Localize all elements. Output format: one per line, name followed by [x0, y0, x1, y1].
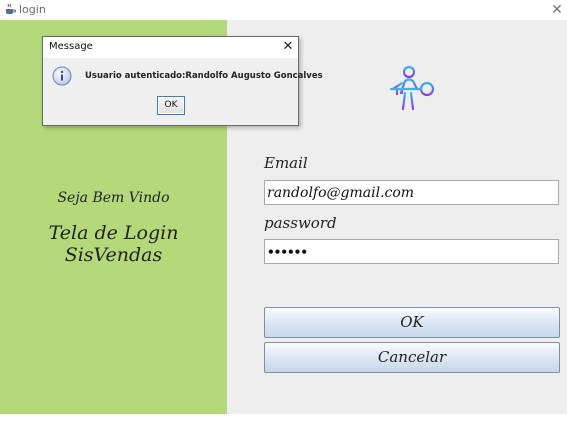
dialog-titlebar: Message ✕ [43, 37, 298, 58]
cancel-button[interactable]: Cancelar [264, 342, 560, 373]
dialog-ok-button[interactable]: OK [157, 96, 185, 115]
window-title: login [19, 3, 46, 16]
email-field[interactable]: randolfo@gmail.com [264, 180, 559, 205]
password-field[interactable]: •••••• [264, 239, 559, 264]
message-dialog: Message ✕ Usuario autenticado:Randolfo A… [42, 36, 323, 126]
ok-button[interactable]: OK [264, 307, 560, 338]
close-icon[interactable]: ✕ [279, 38, 297, 56]
window-titlebar: login ✕ [0, 0, 567, 20]
screen-title: Tela de Login SisVendas [48, 222, 179, 266]
password-label: password [264, 214, 337, 232]
close-icon[interactable]: ✕ [546, 1, 567, 19]
window-bottom-edge [0, 414, 567, 436]
info-icon [52, 66, 72, 86]
dialog-message: Usuario autenticado:Randolfo Augusto Gon… [85, 71, 323, 81]
java-cup-icon [4, 3, 16, 15]
email-label: Email [264, 154, 308, 172]
dialog-title: Message [49, 41, 93, 52]
welcome-text: Seja Bem Vindo [57, 190, 170, 206]
person-key-icon [389, 65, 435, 111]
